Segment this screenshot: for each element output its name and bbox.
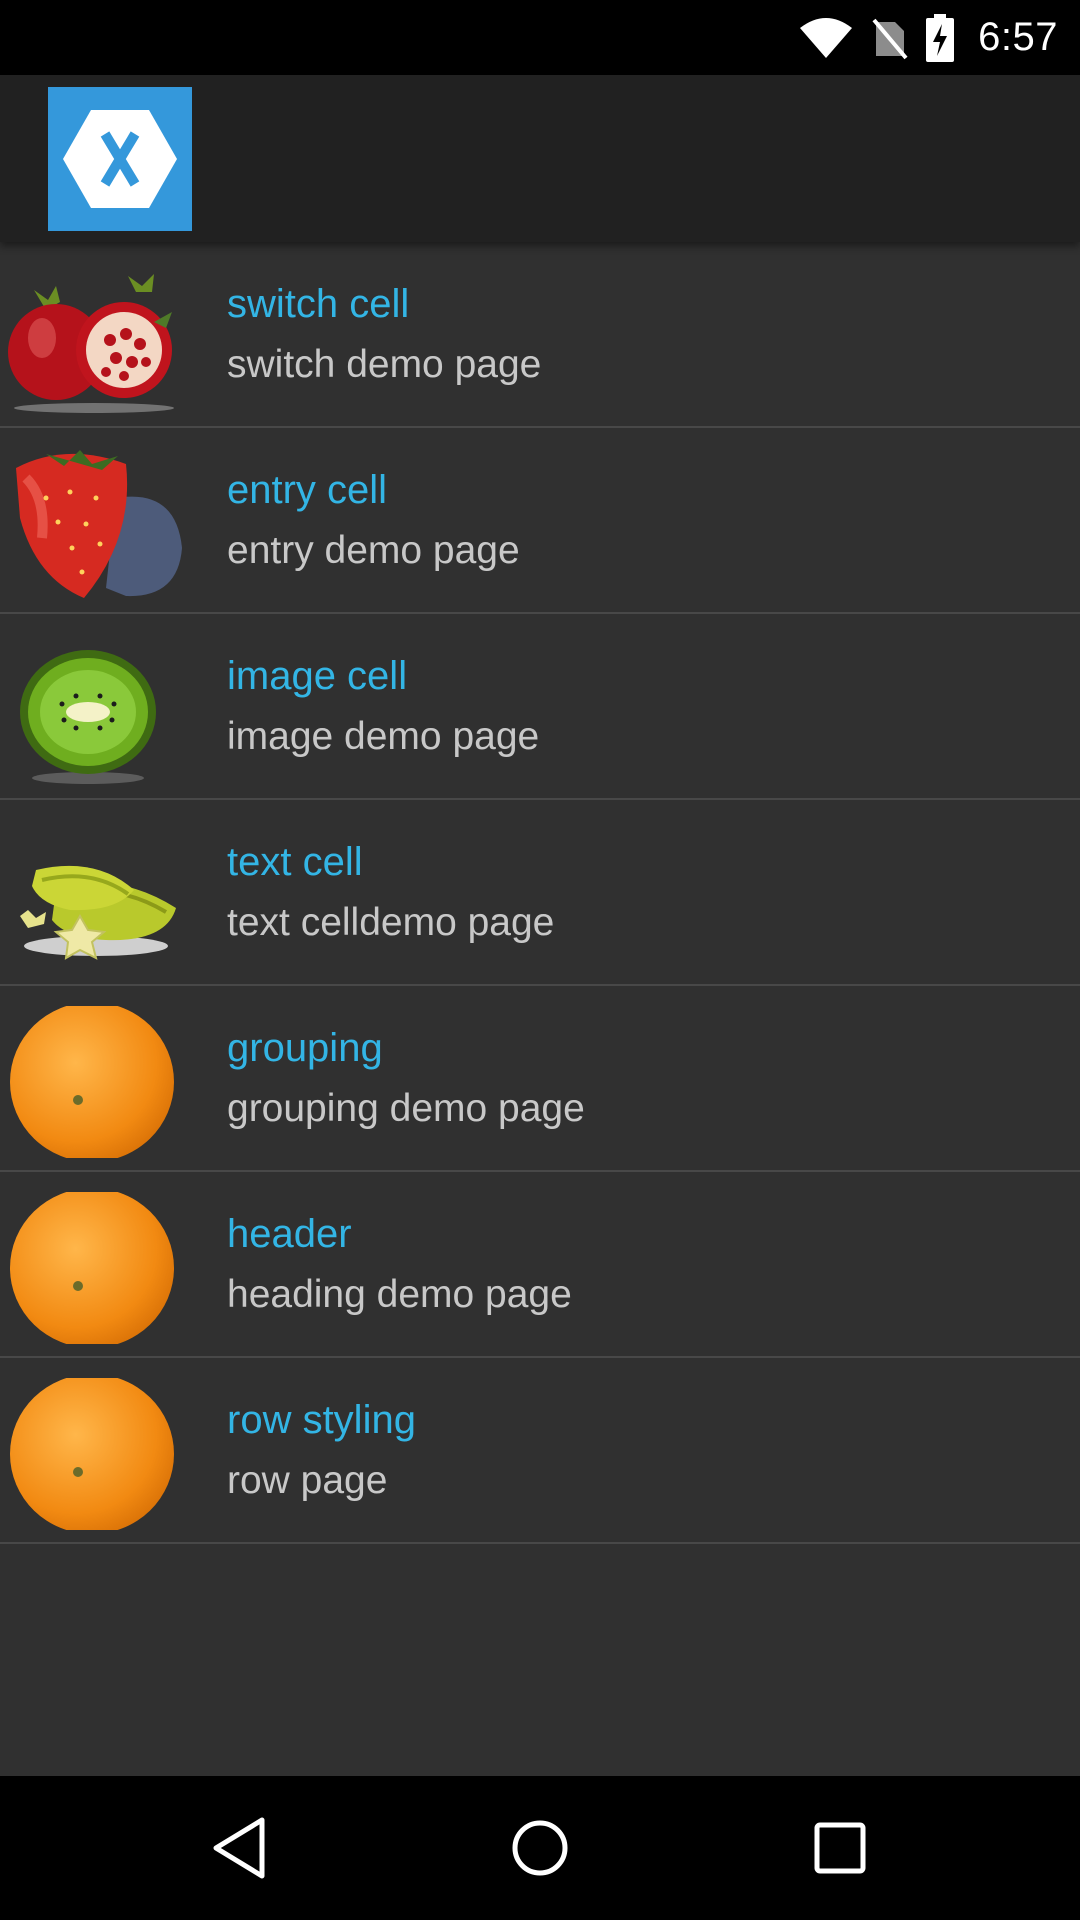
clock: 6:57 <box>978 15 1058 59</box>
list-item[interactable]: header heading demo page <box>0 1172 1080 1358</box>
cell-detail: switch demo page <box>227 343 542 386</box>
navigation-bar <box>0 1776 1080 1920</box>
strawberry-image <box>6 448 182 600</box>
orange-image <box>6 1378 182 1530</box>
cell-title: switch cell <box>227 282 410 326</box>
orange-image <box>6 1006 182 1158</box>
cell-detail: entry demo page <box>227 529 520 572</box>
pomegranate-image <box>6 262 182 414</box>
status-icons: 6:57 <box>798 0 1058 75</box>
list-item[interactable]: text cell text celldemo page <box>0 800 1080 986</box>
xamarin-logo-icon[interactable] <box>48 87 192 231</box>
cell-detail: row page <box>227 1459 388 1502</box>
wifi-icon <box>798 16 854 60</box>
battery-charging-icon <box>926 13 955 62</box>
action-bar <box>0 75 1080 242</box>
cell-title: header <box>227 1212 352 1256</box>
kiwi-image <box>6 634 182 786</box>
list-item[interactable]: entry cell entry demo page <box>0 428 1080 614</box>
cell-title: entry cell <box>227 468 388 512</box>
cell-title: row styling <box>227 1398 416 1442</box>
cell-detail: image demo page <box>227 715 540 758</box>
home-icon[interactable] <box>468 1776 612 1920</box>
cell-title: image cell <box>227 654 408 698</box>
back-icon[interactable] <box>168 1776 312 1920</box>
status-bar: 6:57 <box>0 0 1080 75</box>
list-item[interactable]: grouping grouping demo page <box>0 986 1080 1172</box>
no-sim-icon <box>872 16 908 60</box>
cell-detail: grouping demo page <box>227 1087 585 1130</box>
list-item[interactable]: switch cell switch demo page <box>0 242 1080 428</box>
starfruit-image <box>6 820 182 972</box>
cell-detail: heading demo page <box>227 1273 572 1316</box>
cell-detail: text celldemo page <box>227 901 555 944</box>
recents-icon[interactable] <box>768 1776 912 1920</box>
cell-list: switch cell switch demo page entry cell … <box>0 242 1080 1544</box>
list-item[interactable]: image cell image demo page <box>0 614 1080 800</box>
cell-title: text cell <box>227 840 363 884</box>
orange-image <box>6 1192 182 1344</box>
cell-title: grouping <box>227 1026 383 1070</box>
list-item[interactable]: row styling row page <box>0 1358 1080 1544</box>
